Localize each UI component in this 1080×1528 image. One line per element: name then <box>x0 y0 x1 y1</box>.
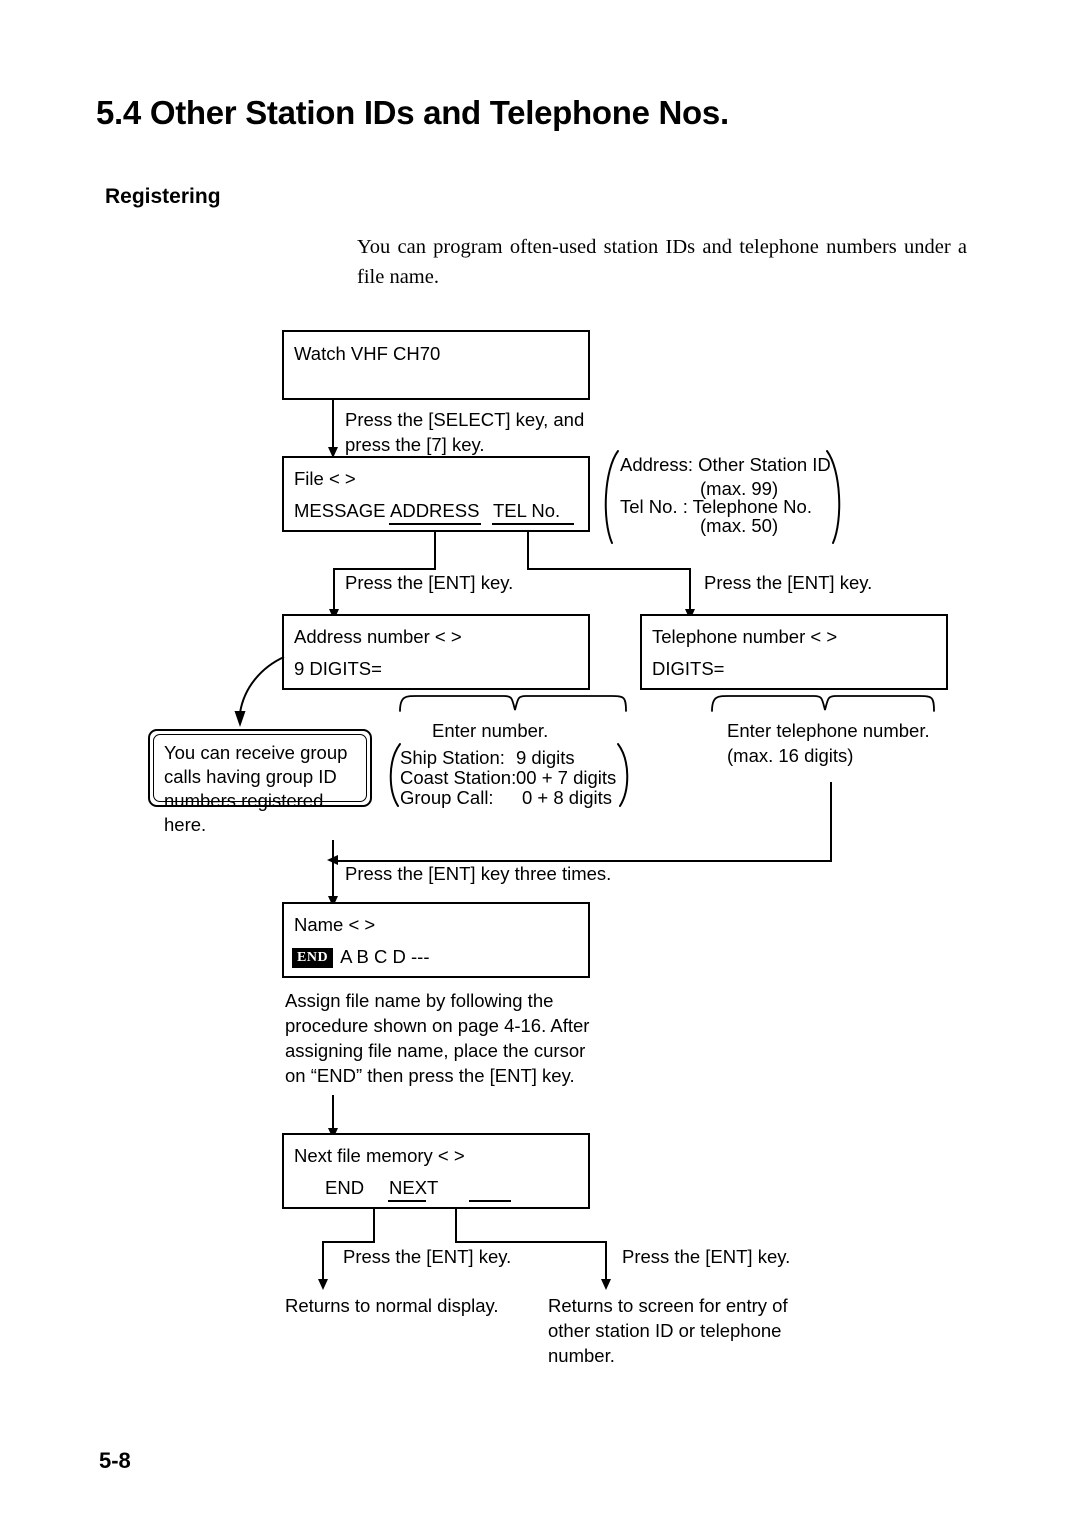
lcd-nextfile-item-next: NEXT <box>389 1177 439 1198</box>
connector-tel-horizontal <box>527 568 691 570</box>
curved-arrow-to-group-callout <box>218 655 328 735</box>
step-select-label: Press the [SELECT] key, and press the [7… <box>345 409 585 455</box>
result-left-text: Returns to normal display. <box>285 1295 499 1316</box>
lcd-name-chars: A B C D --- <box>340 946 430 967</box>
underline-next <box>388 1200 426 1202</box>
connector-tel-down <box>689 568 691 613</box>
arrow-result-left <box>317 1279 328 1290</box>
brace-under-telephone-box <box>710 690 938 714</box>
step-ent-right-label: Press the [ENT] key. <box>704 572 873 593</box>
intro-paragraph: You can program often-used station IDs a… <box>357 236 967 288</box>
file-annotation-line4: (max. 50) <box>700 515 779 536</box>
lcd-telephone-line2: DIGITS= <box>652 658 725 679</box>
end-badge: END <box>292 948 334 968</box>
lcd-telephone-box: Telephone number < > DIGITS= <box>640 614 948 690</box>
connector-nextfile-right-horizontal <box>455 1241 607 1243</box>
enter-number-label: Enter number. <box>432 720 549 741</box>
connector-nextfile-right-down <box>605 1241 607 1283</box>
lcd-address-line1: Address number < > <box>294 626 462 647</box>
connector-address-down <box>333 568 335 613</box>
page-folio: 5-8 <box>99 1448 131 1473</box>
lcd-telephone-line1: Telephone number < > <box>652 626 838 647</box>
underline-nextfile-blank <box>469 1200 511 1202</box>
step-ent-three-times-label: Press the [ENT] key three times. <box>345 863 612 884</box>
connector-nextfile-left-drop <box>373 1209 375 1243</box>
lcd-name-box: Name < > END A B C D --- <box>282 902 590 978</box>
connector-address-drop <box>434 532 436 570</box>
lcd-file-line1: File < > <box>294 468 356 489</box>
connector-nextfile-left-horizontal <box>322 1241 375 1243</box>
result-right-text: Returns to screen for entry of other sta… <box>548 1295 788 1366</box>
lcd-watch-line1: Watch VHF CH70 <box>294 343 441 364</box>
lcd-name-line2: END A B C D --- <box>292 946 429 968</box>
underline-address <box>389 523 481 525</box>
step-ent-bottom-right-label: Press the [ENT] key. <box>622 1246 791 1267</box>
lcd-nextfile-line1: Next file memory < > <box>294 1145 465 1166</box>
connector-main-to-name <box>332 840 334 900</box>
connector-nextfile-right-drop <box>455 1209 457 1243</box>
lcd-file-item-address: ADDRESS <box>390 500 480 521</box>
lcd-watch-box: Watch VHF CH70 <box>282 330 590 400</box>
lcd-file-item-tel: TEL No. <box>493 500 561 521</box>
connector-watch-to-file <box>332 400 334 451</box>
brace-under-address-box <box>398 690 630 714</box>
arrow-result-right <box>600 1279 611 1290</box>
lcd-address-box: Address number < > 9 DIGITS= <box>282 614 590 690</box>
group-call-label: Group Call: <box>400 787 494 808</box>
step-ent-bottom-left-label: Press the [ENT] key. <box>343 1246 512 1267</box>
lcd-file-box: File < > MESSAGE ADDRESS TEL No. <box>282 456 590 532</box>
lcd-name-line1: Name < > <box>294 914 376 935</box>
underline-tel <box>492 523 574 525</box>
connector-nextfile-left-down <box>322 1241 324 1283</box>
lcd-nextfile-box: Next file memory < > END NEXT <box>282 1133 590 1209</box>
group-call-value: 0 + 8 digits <box>522 787 612 808</box>
lcd-file-item-message: MESSAGE <box>294 500 386 521</box>
manual-page: 5.4 Other Station IDs and Telephone Nos.… <box>0 0 1080 1528</box>
connector-telephone-return-vertical <box>830 782 832 862</box>
connector-tel-drop <box>527 532 529 570</box>
enter-telephone-label: Enter telephone number. (max. 16 digits) <box>727 720 930 766</box>
subsection-heading: Registering <box>105 185 221 208</box>
name-instruction: Assign file name by following the proced… <box>285 990 590 1086</box>
page-title: 5.4 Other Station IDs and Telephone Nos. <box>96 94 729 131</box>
group-call-callout: You can receive group calls having group… <box>148 729 372 835</box>
lcd-nextfile-item-end: END <box>325 1177 365 1198</box>
file-annotation-line1: Address: Other Station ID <box>620 454 831 475</box>
step-ent-left-label: Press the [ENT] key. <box>345 572 514 593</box>
group-call-callout-text: You can receive group calls having group… <box>153 734 367 835</box>
